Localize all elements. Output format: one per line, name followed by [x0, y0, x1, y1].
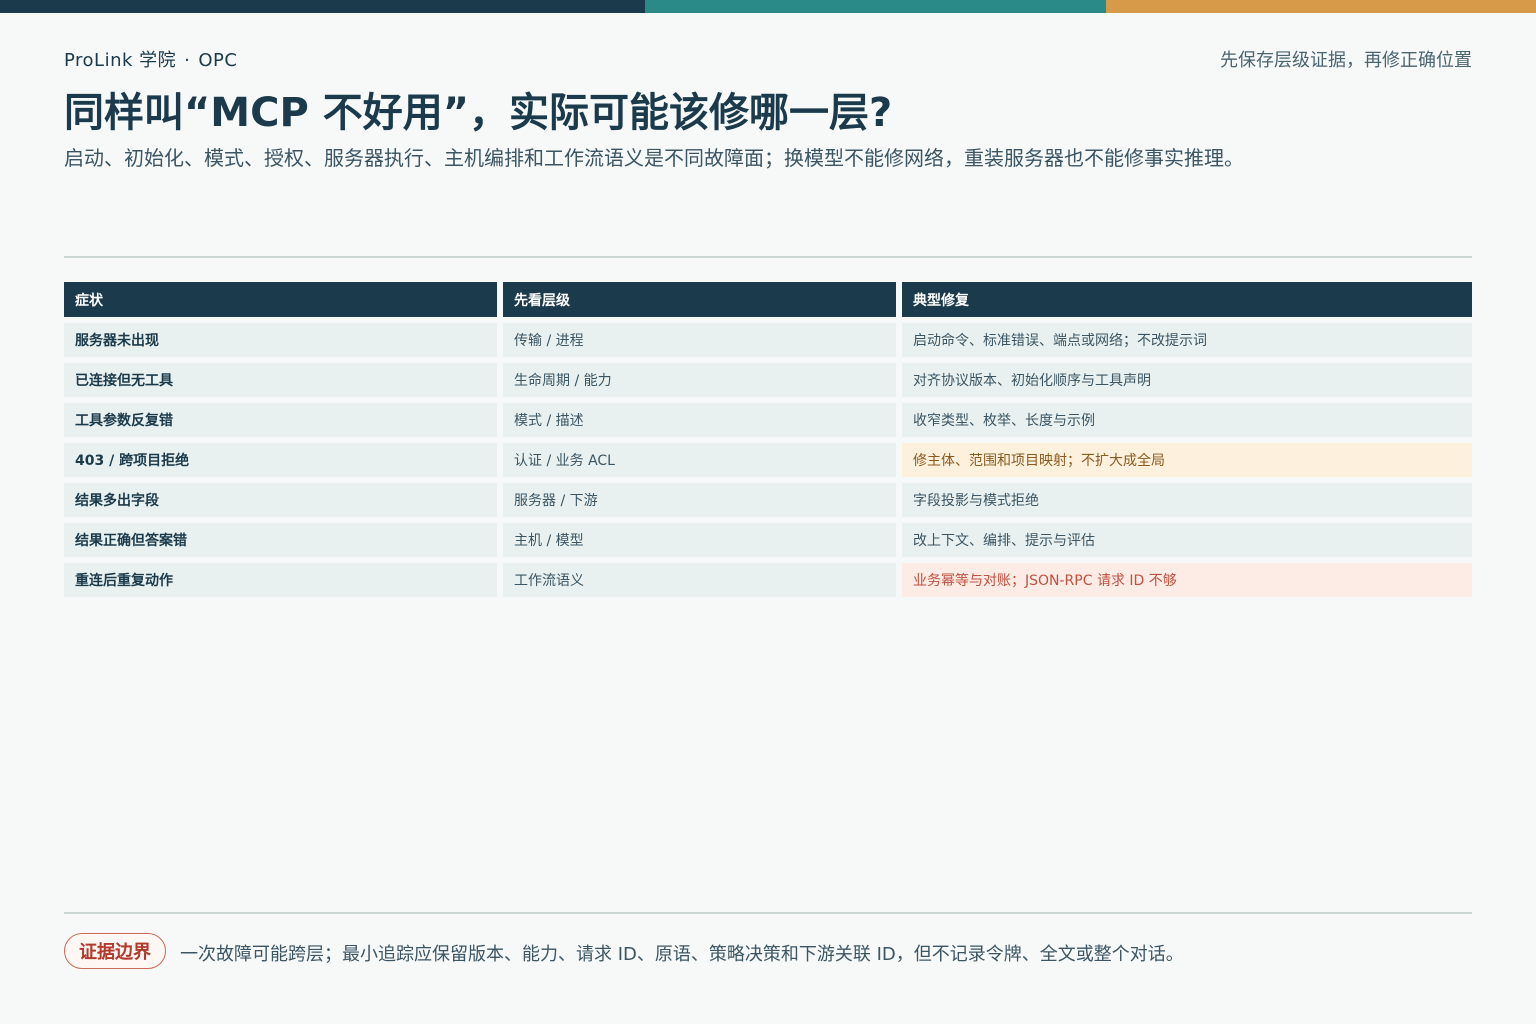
top-divider	[64, 256, 1472, 258]
fix-cell: 对齐协议版本、初始化顺序与工具声明	[902, 363, 1472, 397]
brand: ProLink 学院 · OPC	[64, 46, 237, 72]
tagline: 先保存层级证据，再修正确位置	[1220, 50, 1472, 71]
symptom-cell: 403 / 跨项目拒绝	[64, 443, 497, 477]
top-accent-bar	[0, 0, 1536, 13]
fix-cell: 字段投影与模式拒绝	[902, 483, 1472, 517]
layer-cell: 认证 / 业务 ACL	[503, 443, 896, 477]
table-row: 工具参数反复错 模式 / 描述 收窄类型、枚举、长度与示例	[64, 403, 1472, 437]
evidence-boundary-badge: 证据边界	[64, 933, 166, 969]
symptom-cell: 已连接但无工具	[64, 363, 497, 397]
brand-separator: ·	[184, 50, 191, 71]
layer-cell: 主机 / 模型	[503, 523, 896, 557]
header-symptom: 症状	[64, 282, 497, 317]
layer-cell: 生命周期 / 能力	[503, 363, 896, 397]
table-row: 已连接但无工具 生命周期 / 能力 对齐协议版本、初始化顺序与工具声明	[64, 363, 1472, 397]
bottom-divider	[64, 912, 1472, 914]
table-row: 结果正确但答案错 主机 / 模型 改上下文、编排、提示与评估	[64, 523, 1472, 557]
footer-note: 一次故障可能跨层；最小追踪应保留版本、能力、请求 ID、原语、策略决策和下游关联…	[180, 944, 1184, 965]
fix-cell: 改上下文、编排、提示与评估	[902, 523, 1472, 557]
brand-name: ProLink 学院	[64, 50, 177, 71]
header-layer: 先看层级	[503, 282, 896, 317]
table-header-row: 症状 先看层级 典型修复	[64, 282, 1472, 317]
fix-cell: 收窄类型、枚举、长度与示例	[902, 403, 1472, 437]
symptom-cell: 工具参数反复错	[64, 403, 497, 437]
diagnosis-table: 症状 先看层级 典型修复 服务器未出现 传输 / 进程 启动命令、标准错误、端点或网…	[64, 282, 1472, 603]
accent-segment-teal	[645, 0, 1106, 13]
header-fix: 典型修复	[902, 282, 1472, 317]
brand-suffix: OPC	[198, 50, 238, 71]
table-row: 结果多出字段 服务器 / 下游 字段投影与模式拒绝	[64, 483, 1472, 517]
layer-cell: 模式 / 描述	[503, 403, 896, 437]
table-row: 服务器未出现 传输 / 进程 启动命令、标准错误、端点或网络；不改提示词	[64, 323, 1472, 357]
symptom-cell: 结果正确但答案错	[64, 523, 497, 557]
fix-cell: 修主体、范围和项目映射；不扩大成全局	[902, 443, 1472, 477]
symptom-cell: 服务器未出现	[64, 323, 497, 357]
symptom-cell: 重连后重复动作	[64, 563, 497, 597]
layer-cell: 传输 / 进程	[503, 323, 896, 357]
layer-cell: 服务器 / 下游	[503, 483, 896, 517]
accent-segment-amber	[1106, 0, 1536, 13]
accent-segment-navy	[0, 0, 645, 13]
fix-cell: 业务幂等与对账；JSON-RPC 请求 ID 不够	[902, 563, 1472, 597]
symptom-cell: 结果多出字段	[64, 483, 497, 517]
layer-cell: 工作流语义	[503, 563, 896, 597]
fix-cell: 启动命令、标准错误、端点或网络；不改提示词	[902, 323, 1472, 357]
table-row: 重连后重复动作 工作流语义 业务幂等与对账；JSON-RPC 请求 ID 不够	[64, 563, 1472, 597]
page-title: 同样叫“MCP 不好用”，实际可能该修哪一层?	[64, 90, 893, 136]
page-subtitle: 启动、初始化、模式、授权、服务器执行、主机编排和工作流语义是不同故障面；换模型不…	[64, 146, 1244, 170]
table-row: 403 / 跨项目拒绝 认证 / 业务 ACL 修主体、范围和项目映射；不扩大成全局	[64, 443, 1472, 477]
